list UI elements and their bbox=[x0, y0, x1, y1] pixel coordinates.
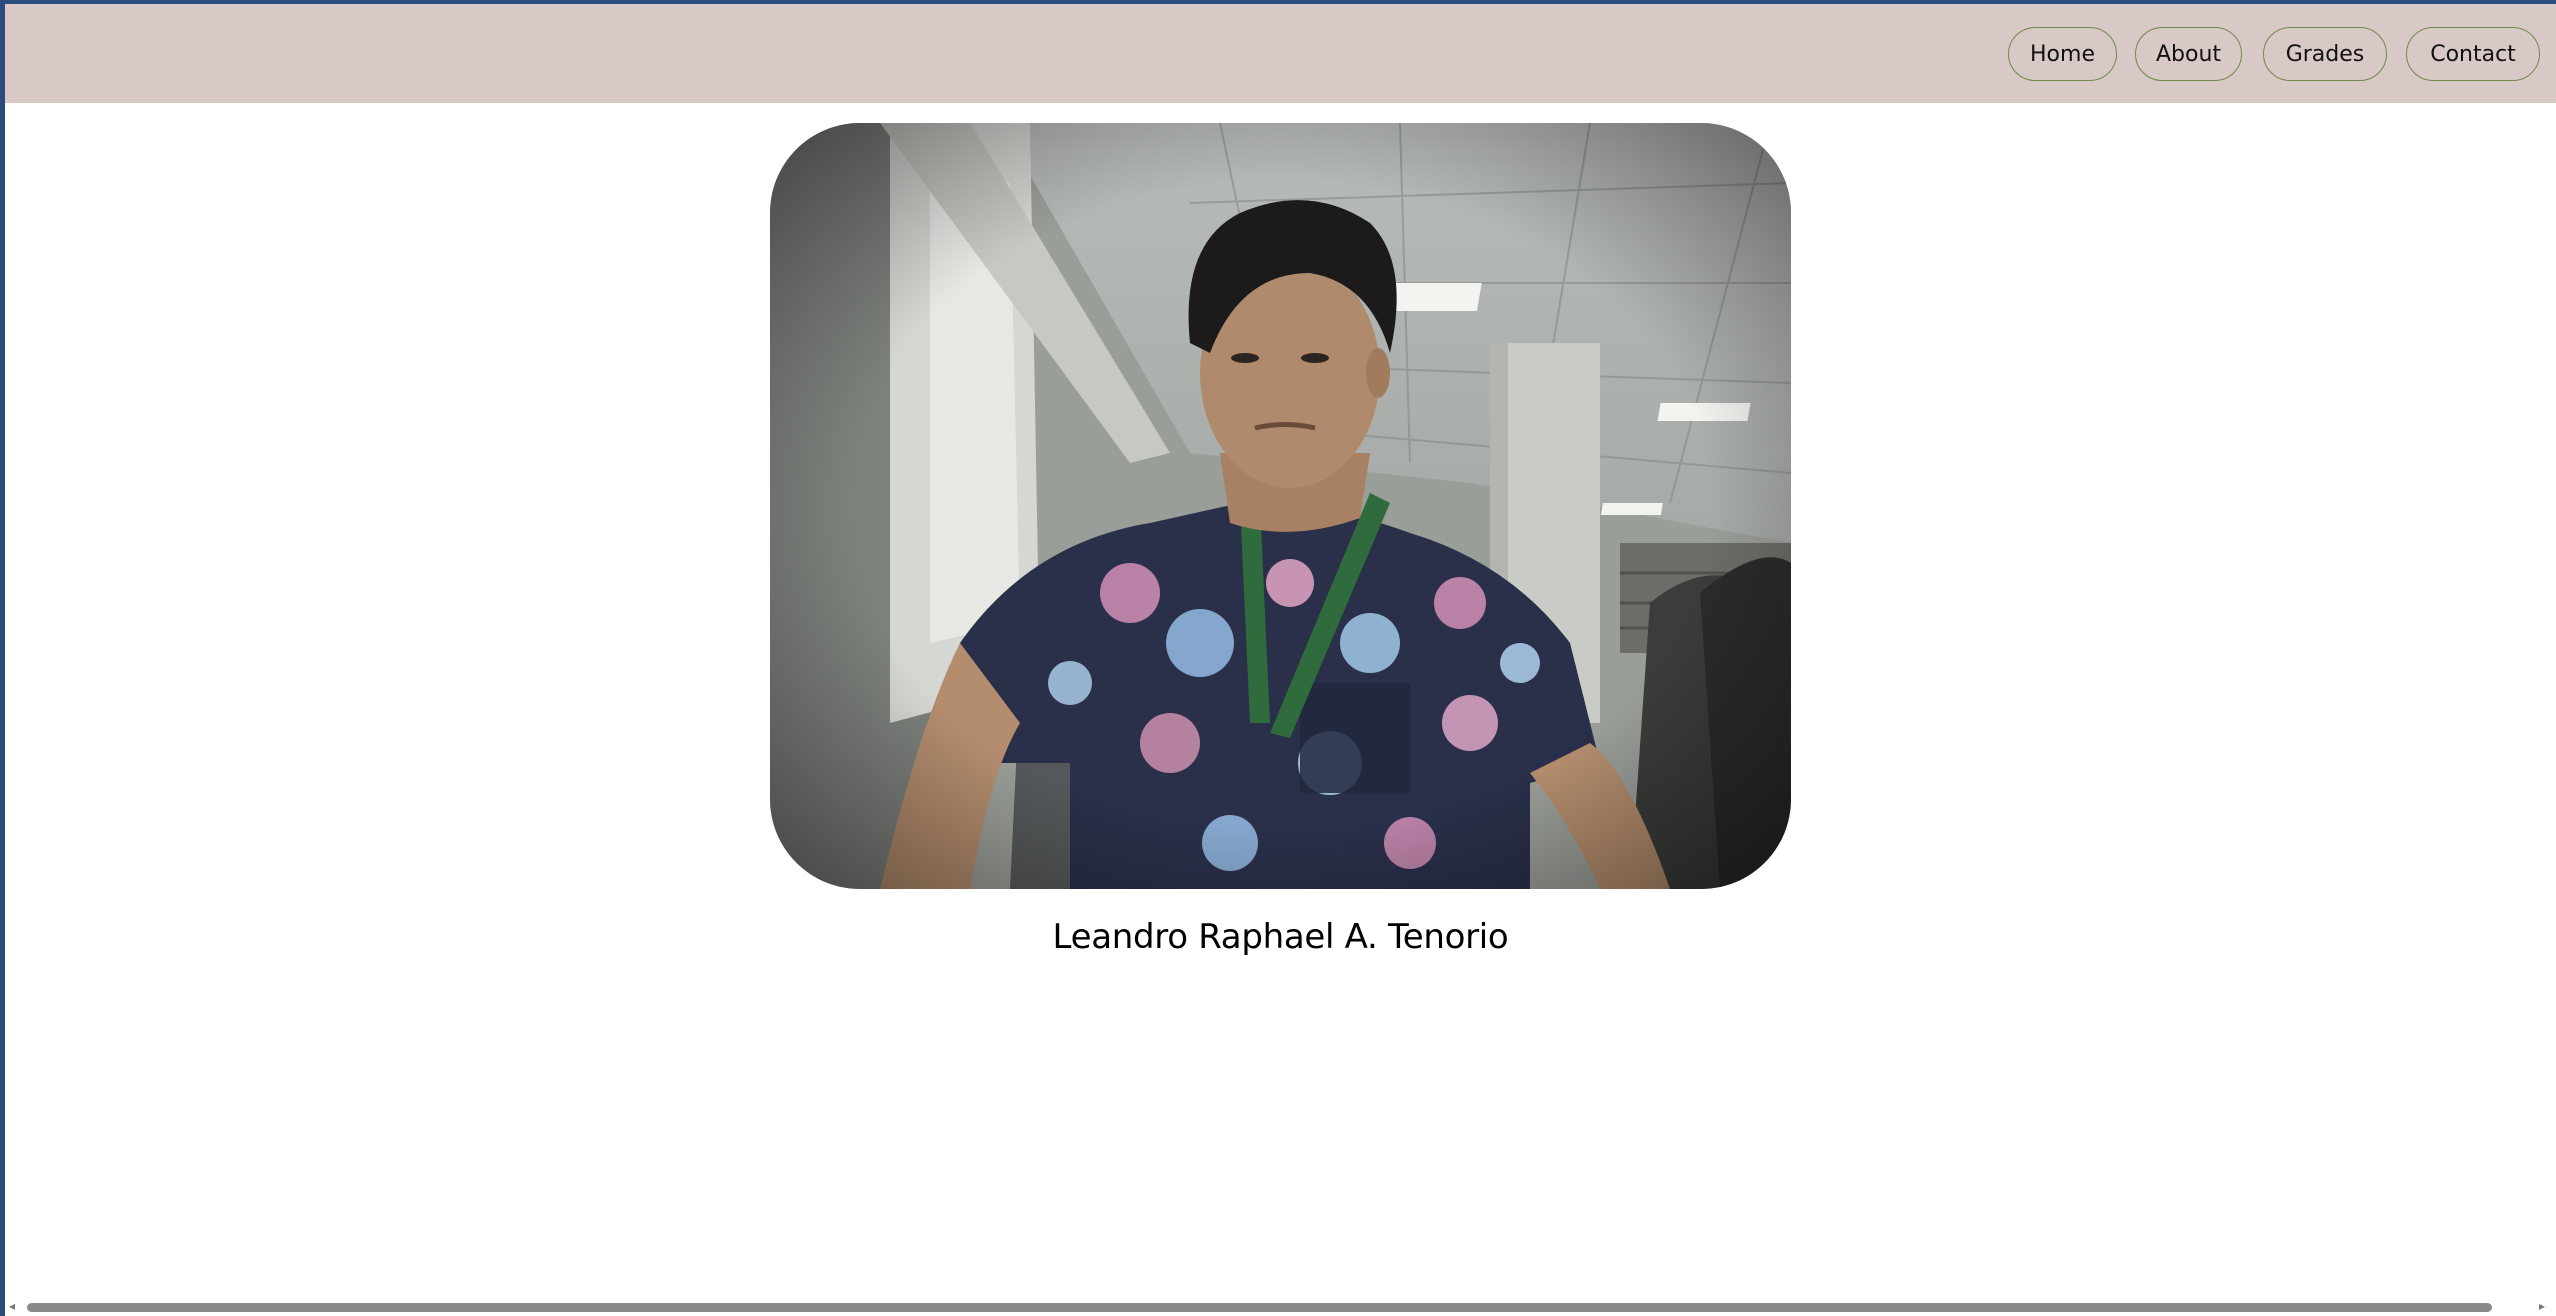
page-viewport: Home About Grades Contact Leandro Raphae… bbox=[5, 4, 2556, 1316]
nav-grades-button[interactable]: Grades bbox=[2263, 27, 2387, 81]
nav-contact-button[interactable]: Contact bbox=[2406, 27, 2540, 81]
scrollbar-thumb[interactable] bbox=[27, 1303, 2492, 1312]
profile-photo-illustration bbox=[770, 123, 1791, 889]
horizontal-scrollbar[interactable]: ◂ ▸ bbox=[5, 1296, 2556, 1316]
scroll-left-arrow-icon[interactable]: ◂ bbox=[9, 1299, 15, 1313]
nav-home-button[interactable]: Home bbox=[2008, 27, 2117, 81]
profile-photo bbox=[770, 123, 1791, 889]
navbar: Home About Grades Contact bbox=[5, 4, 2556, 103]
profile-name: Leandro Raphael A. Tenorio bbox=[1052, 917, 1509, 957]
scroll-right-arrow-icon[interactable]: ▸ bbox=[2539, 1299, 2545, 1313]
nav-about-button[interactable]: About bbox=[2135, 27, 2242, 81]
